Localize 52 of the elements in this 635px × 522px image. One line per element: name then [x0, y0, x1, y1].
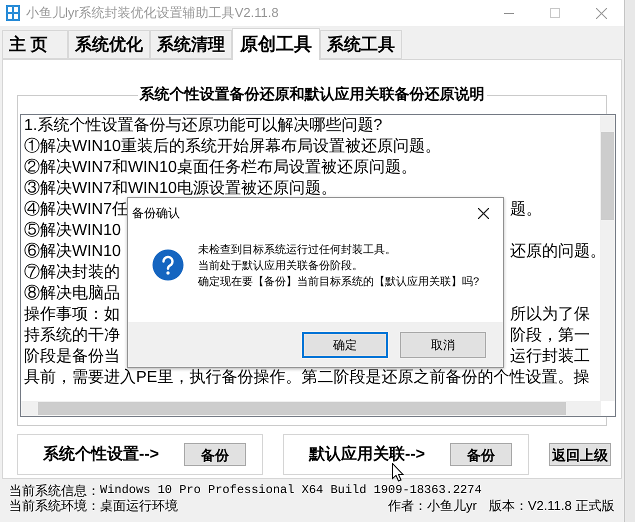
- status-label: 当前系统环境：: [9, 498, 100, 513]
- text-line: ⑥解决WIN10: [24, 242, 121, 262]
- scrollbar-thumb[interactable]: [38, 402, 566, 415]
- text-line: 所以为了保: [510, 304, 590, 325]
- dialog-message: 未检查到目标系统运行过任何封装工具。: [198, 242, 397, 258]
- tab[interactable]: 系统工具: [320, 30, 402, 59]
- author-label: 作者：: [388, 498, 427, 513]
- text-line: ②解决WIN7和WIN10桌面任务栏布局设置被还原问题。: [24, 158, 417, 178]
- text-line: 运行封装工: [510, 346, 590, 367]
- text-line: ⑦解决封装的: [24, 262, 120, 283]
- window-title: 小鱼儿lyr系统封装优化设置辅助工具V2.11.8: [26, 4, 279, 22]
- text-line: 题。: [510, 200, 542, 220]
- backup-button[interactable]: 备份: [184, 443, 246, 466]
- text-line: ⑤解决WIN10: [24, 220, 121, 241]
- text-line: ④解决WIN7任: [24, 200, 128, 220]
- text-line: 还原的问题。: [510, 242, 601, 262]
- text-line: 阶段，第一: [510, 326, 590, 346]
- text-line: ③解决WIN7和WIN10电源设置被还原问题。: [24, 178, 337, 199]
- dialog-message: 当前处于默认应用关联备份阶段。: [198, 258, 364, 274]
- back-button[interactable]: 返回上级: [549, 443, 611, 466]
- dialog-message: 确定现在要【备份】当前目标系统的【默认应用关联】吗?: [198, 274, 480, 290]
- scrollbar-thumb[interactable]: [601, 132, 614, 220]
- text-line: ⑧解决电脑品: [24, 284, 120, 304]
- app-icon: [6, 5, 20, 21]
- close-icon[interactable]: [478, 208, 489, 218]
- text-line: 操作事项：如: [24, 304, 120, 325]
- author-name: 小鱼儿yr: [427, 498, 477, 513]
- dialog-title: 备份确认: [132, 205, 180, 222]
- tab[interactable]: 系统优化: [68, 30, 150, 59]
- status-value: Windows 10 Pro Professional X64 Build 1909-18363.2274: [100, 483, 482, 498]
- tab[interactable]: 系统清理: [150, 30, 232, 59]
- text-line: ①解决WIN10重装后的系统开始屏幕布局设置被还原问题。: [24, 136, 441, 157]
- dialog-button[interactable]: 确定: [302, 332, 388, 358]
- text-line: 持系统的干净: [24, 326, 120, 346]
- panel-label: 默认应用关联-->: [309, 444, 425, 464]
- maximize-icon[interactable]: [550, 8, 560, 18]
- backup-button[interactable]: 备份: [450, 443, 512, 466]
- text-line: 阶段是备份当: [24, 347, 120, 367]
- status-label: 当前系统信息：: [9, 483, 100, 498]
- panel-label: 系统个性设置-->: [43, 444, 159, 464]
- text-line: 具前，需要进入PE里，执行备份操作。第二阶段是还原之前备份的个性设置。操: [24, 368, 590, 388]
- text-line: 1.系统个性设置备份与还原功能可以解决哪些问题?: [24, 116, 382, 136]
- dialog-button[interactable]: 取消: [400, 332, 486, 358]
- tab[interactable]: 原创工具: [232, 28, 320, 60]
- horizontal-scrollbar[interactable]: [21, 401, 601, 416]
- version-label: 版本：: [488, 498, 528, 513]
- tab[interactable]: 主 页: [2, 30, 68, 59]
- version-value: V2.11.8 正式版: [528, 498, 614, 513]
- vertical-scrollbar[interactable]: [600, 115, 615, 401]
- section-heading: 系统个性设置备份还原和默认应用关联备份还原说明: [138, 85, 486, 105]
- status-value: 桌面运行环境: [100, 498, 178, 513]
- question-icon: [152, 249, 184, 281]
